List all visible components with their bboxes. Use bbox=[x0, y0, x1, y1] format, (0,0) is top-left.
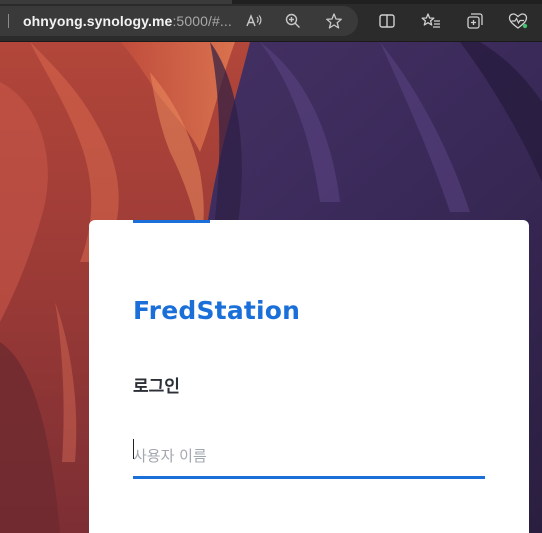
read-aloud-icon[interactable] bbox=[244, 11, 264, 31]
browser-window: ohnyong.synology.me:5000/#... FredStatio… bbox=[0, 0, 542, 533]
tab-strip bbox=[0, 0, 542, 4]
address-bar[interactable]: ohnyong.synology.me:5000/#... bbox=[0, 6, 358, 36]
heart-pulse-icon[interactable] bbox=[507, 10, 529, 32]
zoom-in-icon[interactable] bbox=[283, 11, 303, 31]
collections-icon[interactable] bbox=[464, 10, 486, 32]
active-tab[interactable] bbox=[0, 0, 232, 4]
username-input[interactable] bbox=[133, 435, 485, 479]
url-host: ohnyong.synology.me bbox=[23, 13, 173, 29]
star-icon[interactable] bbox=[324, 11, 344, 31]
brand-title: FredStation bbox=[133, 296, 301, 325]
login-heading: 로그인 bbox=[133, 377, 180, 397]
address-bar-divider bbox=[8, 14, 9, 28]
login-card: FredStation 로그인 bbox=[89, 220, 529, 533]
browser-toolbar: ohnyong.synology.me:5000/#... bbox=[0, 0, 542, 42]
text-caret bbox=[133, 439, 134, 459]
url-path: :5000/#... bbox=[172, 13, 232, 29]
card-accent-bar bbox=[133, 220, 210, 223]
url-text[interactable]: ohnyong.synology.me:5000/#... bbox=[23, 13, 232, 29]
favorites-list-icon[interactable] bbox=[420, 10, 442, 32]
split-screen-icon[interactable] bbox=[376, 10, 398, 32]
